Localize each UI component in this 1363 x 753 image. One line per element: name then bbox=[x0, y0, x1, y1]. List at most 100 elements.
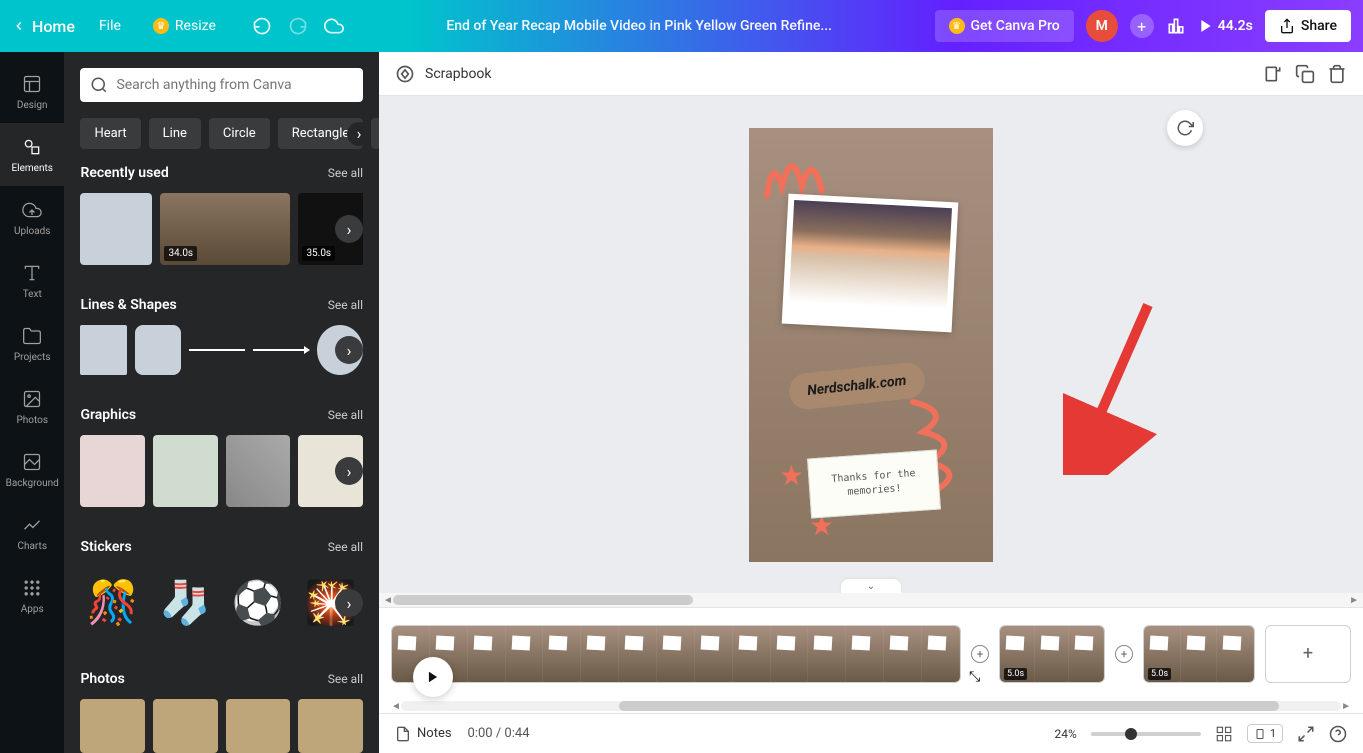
timeline-clip[interactable] bbox=[391, 625, 961, 683]
row-scroll-right[interactable]: › bbox=[335, 215, 363, 243]
total-duration: 44.2s bbox=[1218, 18, 1253, 34]
clip-duration: 5.0s bbox=[1148, 668, 1171, 680]
search-box[interactable] bbox=[80, 68, 363, 102]
chip-circle[interactable]: Circle bbox=[209, 118, 270, 149]
play-icon bbox=[1198, 18, 1214, 34]
timeline-play-button[interactable] bbox=[413, 657, 453, 697]
export-page-icon[interactable] bbox=[1263, 64, 1283, 84]
section-photos: Photos bbox=[80, 671, 124, 687]
user-avatar[interactable]: M bbox=[1086, 10, 1118, 42]
add-member-button[interactable]: + bbox=[1130, 14, 1154, 38]
shapes-icon bbox=[20, 135, 44, 159]
see-all-stickers[interactable]: See all bbox=[328, 540, 363, 554]
photo-item[interactable] bbox=[153, 699, 218, 753]
row-scroll-right[interactable]: › bbox=[335, 589, 363, 617]
animate-icon[interactable] bbox=[395, 64, 415, 84]
section-recently-used: Recently used bbox=[80, 165, 168, 181]
chip-spa[interactable]: Spa bbox=[371, 118, 379, 149]
chip-line[interactable]: Line bbox=[149, 118, 201, 149]
chips-scroll-right[interactable]: › bbox=[347, 122, 371, 146]
add-transition-button[interactable]: + bbox=[971, 645, 989, 663]
nav-projects[interactable]: Projects bbox=[0, 312, 64, 375]
sticker-stocking[interactable]: 🧦 bbox=[153, 567, 218, 639]
duplicate-page-icon[interactable] bbox=[1295, 64, 1315, 84]
see-all-shapes[interactable]: See all bbox=[328, 298, 363, 312]
help-icon[interactable] bbox=[1329, 725, 1347, 743]
shape-line[interactable] bbox=[189, 349, 245, 351]
nav-elements[interactable]: Elements bbox=[0, 123, 64, 186]
upload-icon bbox=[1279, 18, 1295, 34]
see-all-photos[interactable]: See all bbox=[328, 672, 363, 686]
shape-square[interactable] bbox=[80, 325, 126, 375]
share-button[interactable]: Share bbox=[1265, 10, 1351, 42]
sticker-ball[interactable]: ⚽ bbox=[226, 567, 291, 639]
shape-rounded-square[interactable] bbox=[135, 325, 181, 375]
notes-button[interactable]: Notes bbox=[395, 726, 452, 742]
undo-icon[interactable] bbox=[252, 16, 272, 36]
delete-page-icon[interactable] bbox=[1327, 64, 1347, 84]
graphic-item[interactable] bbox=[80, 435, 145, 507]
document-title[interactable]: End of Year Recap Mobile Video in Pink Y… bbox=[352, 18, 927, 34]
page-indicator[interactable]: 1 bbox=[1247, 724, 1283, 743]
get-pro-button[interactable]: ♛ Get Canva Pro bbox=[935, 10, 1074, 42]
zoom-slider[interactable] bbox=[1091, 732, 1201, 736]
canvas-page[interactable]: Nerdschalk.com ★ ★ Thanks for the memori… bbox=[749, 128, 993, 562]
search-icon bbox=[90, 76, 108, 94]
nav-text[interactable]: Text bbox=[0, 249, 64, 312]
polaroid-photo[interactable] bbox=[782, 193, 959, 332]
nav-label: Photos bbox=[16, 415, 48, 426]
canvas-h-scrollbar[interactable]: ◄ ► bbox=[379, 593, 1363, 607]
nav-photos[interactable]: Photos bbox=[0, 375, 64, 438]
photo-item[interactable] bbox=[298, 699, 363, 753]
nav-charts[interactable]: Charts bbox=[0, 501, 64, 564]
nav-background[interactable]: Background bbox=[0, 438, 64, 501]
row-scroll-right[interactable]: › bbox=[335, 336, 363, 364]
star-graphic: ★ bbox=[779, 459, 804, 492]
row-scroll-right[interactable]: › bbox=[335, 457, 363, 485]
recent-video[interactable]: 34.0s bbox=[160, 193, 290, 265]
chart-icon bbox=[20, 513, 44, 537]
play-preview-button[interactable]: 44.2s bbox=[1198, 18, 1253, 34]
add-page-button[interactable]: + bbox=[1265, 625, 1351, 683]
fullscreen-icon[interactable] bbox=[1297, 725, 1315, 743]
zoom-percent[interactable]: 24% bbox=[1055, 727, 1077, 741]
photo-item[interactable] bbox=[226, 699, 291, 753]
nav-design[interactable]: Design bbox=[0, 60, 64, 123]
regenerate-button[interactable] bbox=[1167, 110, 1203, 146]
home-button[interactable]: Home bbox=[12, 17, 75, 36]
search-input[interactable] bbox=[116, 77, 353, 93]
resize-button[interactable]: ♛ Resize bbox=[145, 12, 224, 40]
time-display: 0:00 / 0:44 bbox=[468, 726, 530, 741]
refresh-icon bbox=[1176, 119, 1194, 137]
nav-label: Elements bbox=[11, 163, 52, 174]
recent-element[interactable] bbox=[80, 193, 152, 265]
share-label: Share bbox=[1301, 18, 1337, 34]
animation-label[interactable]: Scrapbook bbox=[425, 66, 492, 82]
shape-arrow[interactable] bbox=[253, 349, 309, 351]
collapse-timeline-button[interactable]: ⌄ bbox=[841, 579, 901, 593]
nav-apps[interactable]: Apps bbox=[0, 564, 64, 627]
file-menu[interactable]: File bbox=[91, 12, 129, 40]
nav-uploads[interactable]: Uploads bbox=[0, 186, 64, 249]
timeline-h-scrollbar[interactable]: ◄ ► bbox=[379, 699, 1363, 713]
graphic-item[interactable] bbox=[226, 435, 291, 507]
chip-heart[interactable]: Heart bbox=[80, 118, 140, 149]
background-icon bbox=[20, 450, 44, 474]
see-all-recent[interactable]: See all bbox=[328, 166, 363, 180]
grid-view-icon[interactable] bbox=[1215, 725, 1233, 743]
memo-note[interactable]: Thanks for the memories! bbox=[807, 449, 941, 518]
sticker-confetti[interactable]: 🎊 bbox=[80, 567, 145, 639]
see-all-graphics[interactable]: See all bbox=[328, 408, 363, 422]
redo-icon[interactable] bbox=[288, 16, 308, 36]
insights-icon[interactable] bbox=[1166, 16, 1186, 36]
annotation-arrow bbox=[1063, 295, 1163, 475]
graphic-item[interactable] bbox=[153, 435, 218, 507]
notes-label: Notes bbox=[417, 726, 452, 741]
nav-label: Background bbox=[6, 478, 59, 489]
photo-item[interactable] bbox=[80, 699, 145, 753]
timeline-clip[interactable]: 5.0s bbox=[1143, 625, 1255, 683]
chevron-left-icon bbox=[12, 19, 26, 33]
cloud-sync-icon[interactable] bbox=[324, 16, 344, 36]
add-transition-button[interactable]: + bbox=[1115, 645, 1133, 663]
timeline-clip[interactable]: 5.0s bbox=[999, 625, 1105, 683]
